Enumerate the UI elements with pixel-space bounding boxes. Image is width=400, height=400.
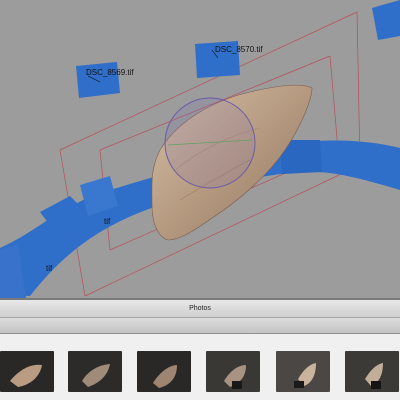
scene-canvas[interactable]: [0, 0, 400, 298]
photo-thumbnail[interactable]: [68, 351, 122, 392]
3d-viewport[interactable]: DSC_8569.tif DSC_8570.tif tif tif: [0, 0, 400, 298]
photo-thumbnail-strip: [0, 334, 400, 400]
photo-thumbnail[interactable]: [206, 351, 260, 392]
photos-panel-toolbar: [0, 318, 400, 334]
photo-thumbnail[interactable]: [276, 351, 330, 392]
camera-label-partial-2: tif: [46, 264, 53, 273]
rotation-gizmo[interactable]: [164, 97, 256, 189]
camera-label-8570: DSC_8570.tif: [215, 45, 263, 54]
photos-panel-title: Photos: [0, 300, 400, 318]
camera-card-top-right[interactable]: [372, 0, 400, 40]
photo-thumbnail[interactable]: [0, 351, 54, 392]
photo-thumbnail[interactable]: [137, 351, 191, 392]
camera-label-8569: DSC_8569.tif: [86, 68, 134, 77]
photo-thumbnail[interactable]: [345, 351, 399, 392]
camera-label-partial-1: tif: [104, 217, 111, 226]
